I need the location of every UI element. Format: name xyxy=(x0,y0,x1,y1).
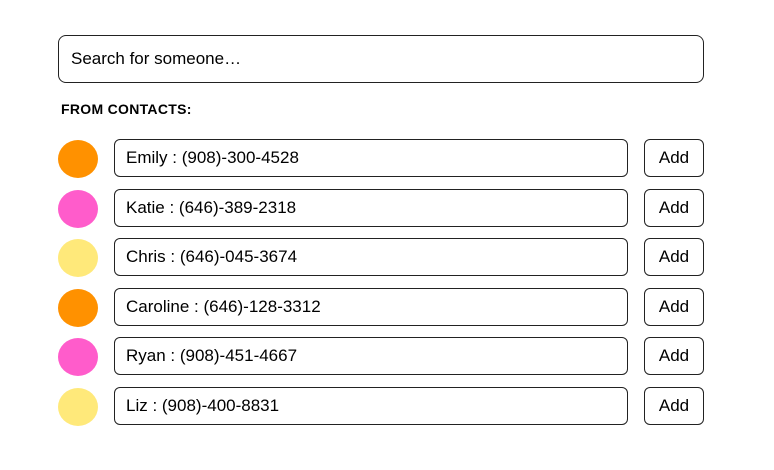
contact-field[interactable]: Chris : (646)-045-3674 xyxy=(114,238,628,276)
add-contact-button[interactable]: Add xyxy=(644,287,704,326)
section-label-from-contacts: FROM CONTACTS: xyxy=(61,101,192,117)
add-contact-button[interactable]: Add xyxy=(644,139,704,177)
add-contact-button[interactable]: Add xyxy=(644,188,704,227)
contact-field[interactable]: Liz : (908)-400-8831 xyxy=(114,386,628,425)
contact-row: Chris : (646)-045-3674 Add xyxy=(58,238,706,277)
contact-row: Katie : (646)-389-2318 Add xyxy=(58,188,706,228)
contact-field[interactable]: Katie : (646)-389-2318 xyxy=(114,188,628,227)
contact-avatar xyxy=(58,189,98,228)
contact-list: Emily : (908)-300-4528 Add Katie : (646)… xyxy=(58,139,706,436)
contact-row: Liz : (908)-400-8831 Add xyxy=(58,386,706,426)
contact-row: Ryan : (908)-451-4667 Add xyxy=(58,337,706,376)
contact-avatar xyxy=(58,387,98,426)
contact-avatar xyxy=(58,338,98,376)
search-input[interactable] xyxy=(58,35,704,83)
add-contact-button[interactable]: Add xyxy=(644,238,704,276)
contact-row: Caroline : (646)-128-3312 Add xyxy=(58,287,706,327)
add-contact-button[interactable]: Add xyxy=(644,386,704,425)
add-contact-button[interactable]: Add xyxy=(644,337,704,375)
contact-avatar xyxy=(58,288,98,327)
contact-row: Emily : (908)-300-4528 Add xyxy=(58,139,706,178)
contact-field[interactable]: Caroline : (646)-128-3312 xyxy=(114,287,628,326)
contact-field[interactable]: Ryan : (908)-451-4667 xyxy=(114,337,628,375)
contact-field[interactable]: Emily : (908)-300-4528 xyxy=(114,139,628,177)
contact-avatar xyxy=(58,239,98,277)
contact-avatar xyxy=(58,140,98,178)
